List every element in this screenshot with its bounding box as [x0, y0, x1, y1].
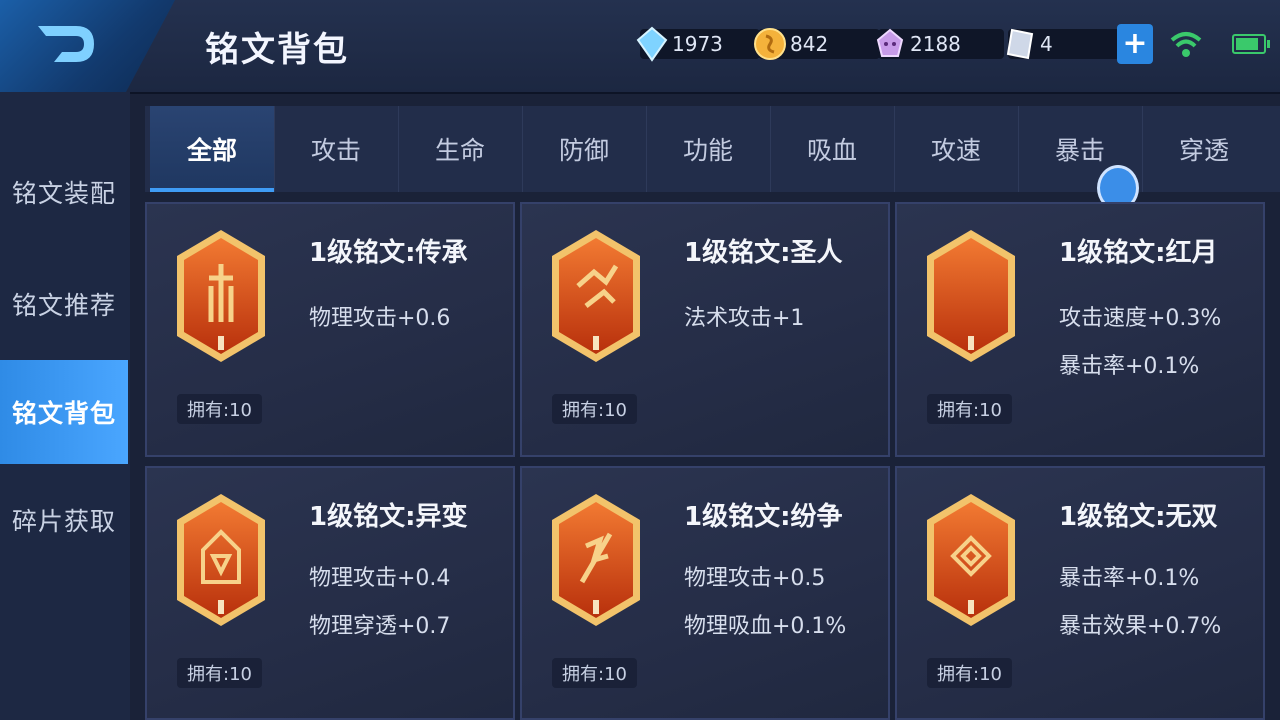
sidebar: 铭文装配 铭文推荐 铭文背包 碎片获取 — [0, 92, 130, 720]
rune-stat: 物理攻击+0.4 — [309, 566, 451, 591]
peerless-emblem-icon — [927, 494, 1015, 626]
rune-name: 1级铭文:纷争 — [684, 502, 843, 532]
rune-card[interactable]: 1级铭文:圣人 法术攻击+1 拥有:10 — [520, 202, 890, 457]
owned-count: 拥有:10 — [177, 658, 262, 688]
top-bar: 铭文背包 1973 842 2188 4 + — [0, 0, 1280, 94]
tab-utility[interactable]: 功能 — [646, 106, 771, 192]
wifi-icon — [1170, 32, 1202, 57]
owned-count: 拥有:10 — [552, 394, 637, 424]
rune-name: 1级铭文:传承 — [309, 238, 468, 268]
inheritance-emblem-icon — [177, 230, 265, 362]
rune-stat: 物理攻击+0.5 — [684, 566, 826, 591]
back-button[interactable] — [0, 0, 175, 92]
sage-emblem-icon — [552, 230, 640, 362]
tab-penetration[interactable]: 穿透 — [1142, 106, 1266, 192]
rune-name: 1级铭文:红月 — [1059, 238, 1218, 268]
diamond-resource: 1973 — [636, 26, 760, 62]
tab-attack-speed[interactable]: 攻速 — [894, 106, 1019, 192]
gold-coin-icon — [754, 28, 786, 60]
tab-defense[interactable]: 防御 — [522, 106, 647, 192]
strife-emblem-icon — [552, 494, 640, 626]
rune-name: 1级铭文:无双 — [1059, 502, 1218, 532]
sidebar-item-rune-recommend[interactable]: 铭文推荐 — [0, 252, 128, 356]
red-moon-emblem-icon — [927, 230, 1015, 362]
fragment-card-icon — [1006, 28, 1034, 60]
rune-stat: 暴击效果+0.7% — [1059, 614, 1222, 639]
rune-card[interactable]: 1级铭文:无双 暴击率+0.1% 暴击效果+0.7% 拥有:10 — [895, 466, 1265, 720]
owned-count: 拥有:10 — [927, 394, 1012, 424]
tab-health[interactable]: 生命 — [398, 106, 523, 192]
rune-stat: 法术攻击+1 — [684, 306, 805, 331]
tab-lifesteal[interactable]: 吸血 — [770, 106, 895, 192]
rune-card[interactable]: 1级铭文:异变 物理攻击+0.4 物理穿透+0.7 拥有:10 — [145, 466, 515, 720]
rune-card[interactable]: 1级铭文:传承 物理攻击+0.6 拥有:10 — [145, 202, 515, 457]
diamond-icon — [636, 26, 668, 62]
sidebar-item-rune-bag[interactable]: 铭文背包 — [0, 360, 128, 464]
page-title: 铭文背包 — [205, 30, 349, 70]
back-arrow-icon — [38, 26, 94, 62]
gold-count: 842 — [790, 32, 829, 56]
rune-stat: 攻击速度+0.3% — [1059, 306, 1222, 331]
rune-card[interactable]: 1级铭文:纷争 物理攻击+0.5 物理吸血+0.1% 拥有:10 — [520, 466, 890, 720]
rune-stat: 暴击率+0.1% — [1059, 566, 1200, 591]
rune-stat: 物理穿透+0.7 — [309, 614, 451, 639]
rune-name: 1级铭文:圣人 — [684, 238, 843, 268]
rune-card[interactable]: 1级铭文:红月 攻击速度+0.3% 暴击率+0.1% 拥有:10 — [895, 202, 1265, 457]
rune-stat: 物理攻击+0.6 — [309, 306, 451, 331]
rune-stat: 暴击率+0.1% — [1059, 354, 1200, 379]
tab-all[interactable]: 全部 — [150, 106, 275, 192]
owned-count: 拥有:10 — [552, 658, 637, 688]
sidebar-item-fragment-obtain[interactable]: 碎片获取 — [0, 468, 128, 572]
rune-stat: 物理吸血+0.1% — [684, 614, 847, 639]
sidebar-item-rune-equip[interactable]: 铭文装配 — [0, 140, 128, 244]
crystal-resource: 2188 — [876, 26, 1004, 62]
fragment-count: 4 — [1040, 32, 1053, 56]
add-resource-button[interactable]: + — [1117, 24, 1153, 64]
crystal-count: 2188 — [910, 32, 961, 56]
owned-count: 拥有:10 — [177, 394, 262, 424]
diamond-count: 1973 — [672, 32, 723, 56]
fragment-resource: 4 — [1006, 26, 1120, 62]
mutation-emblem-icon — [177, 494, 265, 626]
rune-name: 1级铭文:异变 — [309, 502, 468, 532]
crystal-icon — [876, 28, 904, 57]
plus-icon: + — [1122, 26, 1148, 61]
battery-icon — [1232, 34, 1270, 54]
tab-attack[interactable]: 攻击 — [274, 106, 399, 192]
gold-resource: 842 — [754, 26, 880, 62]
owned-count: 拥有:10 — [927, 658, 1012, 688]
